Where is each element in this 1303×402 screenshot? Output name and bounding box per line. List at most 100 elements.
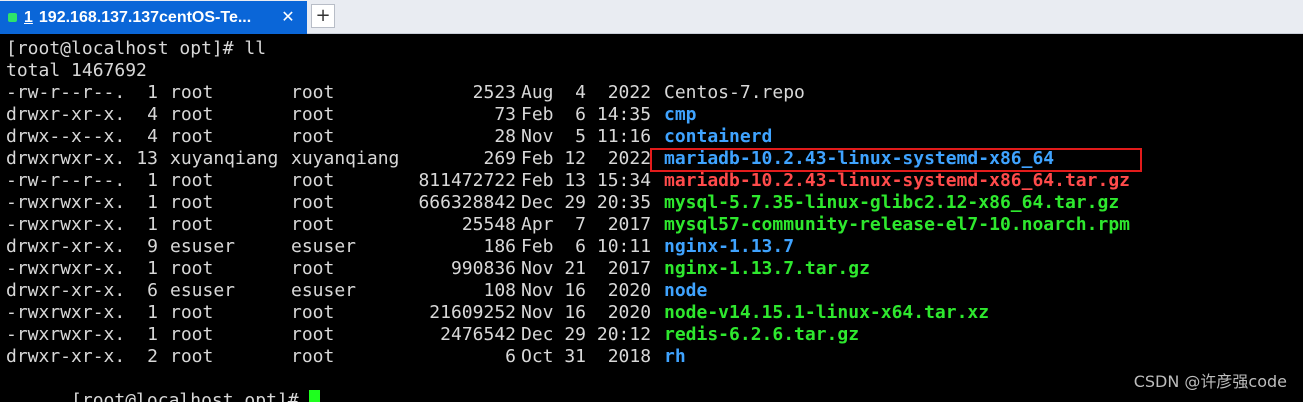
file-size: 108 xyxy=(483,280,516,301)
group: root xyxy=(291,324,335,345)
owner: root xyxy=(170,302,214,323)
group: root xyxy=(291,82,335,103)
listing-row: -rw-r--r--. 1 root root 2523 Aug 4 2022 Centos… xyxy=(6,82,1296,104)
listing-row: -rwxrwxr-x. 1 root root 666328842 Dec 29 20:3… xyxy=(6,192,1296,214)
session-tab[interactable]: 1 192.168.137.137centOS-Te... ✕ xyxy=(0,1,307,34)
terminal-window: 1 192.168.137.137centOS-Te... ✕ + [root@… xyxy=(0,0,1303,402)
close-icon[interactable]: ✕ xyxy=(278,7,298,27)
file-name: nginx-1.13.7.tar.gz xyxy=(664,258,870,279)
permissions: -rwxrwxr-x. xyxy=(6,192,126,213)
owner: xuyanqiang xyxy=(170,148,279,169)
modified-date: Nov 5 11:16 xyxy=(521,126,652,147)
group: root xyxy=(291,258,335,279)
owner: root xyxy=(170,214,214,235)
listing-row: -rwxrwxr-x. 1 root root 2476542 Dec 29 20:12 r… xyxy=(6,324,1296,346)
new-tab-button[interactable]: + xyxy=(311,4,335,28)
group: root xyxy=(291,126,335,147)
modified-date: Oct 31 2018 xyxy=(521,346,652,367)
modified-date: Nov 16 2020 xyxy=(521,280,652,301)
link-count: 13 xyxy=(136,148,158,169)
file-name: mysql57-community-release-el7-10.noarch.… xyxy=(664,214,1130,235)
owner: root xyxy=(170,192,214,213)
file-size: 21609252 xyxy=(429,302,516,323)
permissions: drwx--x--x. xyxy=(6,126,126,147)
prompt-line[interactable]: [root@localhost opt]# xyxy=(6,368,321,402)
group: xuyanqiang xyxy=(291,148,400,169)
permissions: -rw-r--r--. xyxy=(6,170,126,191)
file-name: cmp xyxy=(664,104,697,125)
permissions: drwxrwxr-x. xyxy=(6,148,126,169)
listing-row: -rwxrwxr-x. 1 root root 25548 Apr 7 2017 mysql… xyxy=(6,214,1296,236)
group: esuser xyxy=(291,236,357,257)
terminal-output[interactable]: [root@localhost opt]# ll total 1467692 -… xyxy=(0,35,1303,402)
permissions: drwxr-xr-x. xyxy=(6,280,126,301)
tab-bar: 1 192.168.137.137centOS-Te... ✕ + xyxy=(0,0,1303,34)
file-name: rh xyxy=(664,346,686,367)
permissions: -rwxrwxr-x. xyxy=(6,258,126,279)
listing-row: drwx--x--x. 4 root root 28 Nov 5 11:16 contain… xyxy=(6,126,1296,148)
group: root xyxy=(291,346,335,367)
link-count: 1 xyxy=(147,214,158,235)
owner: root xyxy=(170,170,214,191)
file-size: 73 xyxy=(494,104,516,125)
file-size: 186 xyxy=(483,236,516,257)
link-count: 2 xyxy=(147,346,158,367)
group: root xyxy=(291,214,335,235)
listing-row: drwxr-xr-x. 9 esuser esuser 186 Feb 6 10:11 ng… xyxy=(6,236,1296,258)
owner: root xyxy=(170,126,214,147)
file-name: redis-6.2.6.tar.gz xyxy=(664,324,860,345)
file-name: node-v14.15.1-linux-x64.tar.xz xyxy=(664,302,990,323)
modified-date: Aug 4 2022 xyxy=(521,82,652,103)
text-cursor xyxy=(309,390,321,402)
link-count: 1 xyxy=(147,170,158,191)
permissions: -rwxrwxr-x. xyxy=(6,324,126,345)
group: root xyxy=(291,302,335,323)
permissions: drwxr-xr-x. xyxy=(6,236,126,257)
file-name: Centos-7.repo xyxy=(664,82,805,103)
modified-date: Dec 29 20:12 xyxy=(521,324,652,345)
tab-index: 1 xyxy=(24,8,33,26)
link-count: 9 xyxy=(147,236,158,257)
file-size: 990836 xyxy=(450,258,516,279)
group: root xyxy=(291,170,335,191)
modified-date: Feb 6 10:11 xyxy=(521,236,652,257)
group: root xyxy=(291,192,335,213)
modified-date: Apr 7 2017 xyxy=(521,214,652,235)
connection-status-icon xyxy=(8,13,17,22)
file-size: 666328842 xyxy=(418,192,516,213)
link-count: 1 xyxy=(147,324,158,345)
modified-date: Nov 21 2017 xyxy=(521,258,652,279)
file-size: 25548 xyxy=(461,214,516,235)
group: root xyxy=(291,104,335,125)
owner: root xyxy=(170,258,214,279)
permissions: -rwxrwxr-x. xyxy=(6,214,126,235)
file-name: mariadb-10.2.43-linux-systemd-x86_64.tar… xyxy=(664,170,1130,191)
listing-row: drwxr-xr-x. 4 root root 73 Feb 6 14:35 cmp xyxy=(6,104,1296,126)
file-size: 28 xyxy=(494,126,516,147)
link-count: 4 xyxy=(147,104,158,125)
link-count: 6 xyxy=(147,280,158,301)
link-count: 1 xyxy=(147,302,158,323)
group: esuser xyxy=(291,280,357,301)
modified-date: Dec 29 20:35 xyxy=(521,192,652,213)
file-name: node xyxy=(664,280,708,301)
file-size: 269 xyxy=(483,148,516,169)
owner: esuser xyxy=(170,236,236,257)
link-count: 4 xyxy=(147,126,158,147)
listing-row: -rwxrwxr-x. 1 root root 21609252 Nov 16 2020 n… xyxy=(6,302,1296,324)
modified-date: Feb 6 14:35 xyxy=(521,104,652,125)
listing-row: -rw-r--r--. 1 root root 811472722 Feb 13 15:3… xyxy=(6,170,1296,192)
link-count: 1 xyxy=(147,258,158,279)
listing-row: drwxr-xr-x. 2 root root 6 Oct 31 2018 rh xyxy=(6,346,1296,368)
owner: esuser xyxy=(170,280,236,301)
file-name: mariadb-10.2.43-linux-systemd-x86_64 xyxy=(664,148,1055,169)
command-line: [root@localhost opt]# ll xyxy=(6,38,267,59)
permissions: -rwxrwxr-x. xyxy=(6,302,126,323)
total-line: total 1467692 xyxy=(6,60,147,81)
listing-row: -rwxrwxr-x. 1 root root 990836 Nov 21 2017 ngi… xyxy=(6,258,1296,280)
file-name: nginx-1.13.7 xyxy=(664,236,795,257)
file-size: 2523 xyxy=(472,82,516,103)
file-size: 6 xyxy=(505,346,516,367)
file-name: containerd xyxy=(664,126,773,147)
file-size: 811472722 xyxy=(418,170,516,191)
